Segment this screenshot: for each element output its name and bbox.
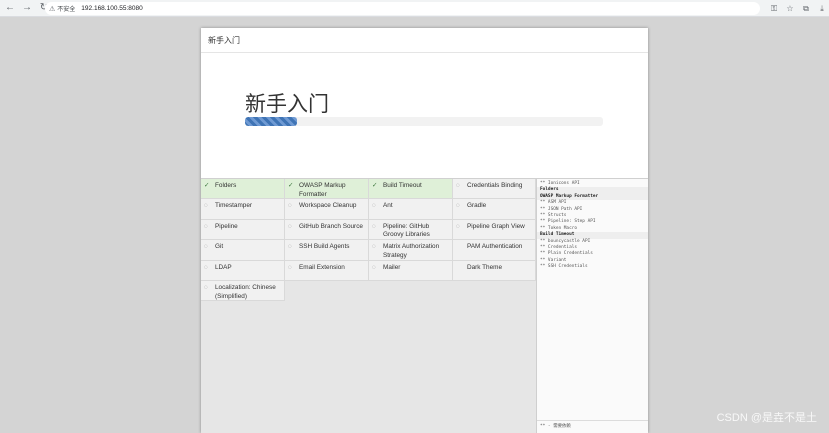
plugin-item: ◌ Workspace Cleanup — [285, 199, 369, 220]
plugin-label: Git — [215, 243, 224, 251]
plugin-label: LDAP — [215, 263, 232, 271]
warning-icon[interactable]: ⚠ — [49, 5, 55, 13]
plugin-label: Matrix Authorization Strategy — [383, 243, 440, 259]
plugin-label: Pipeline — [215, 222, 238, 230]
hero-title: 新手入门 — [245, 93, 329, 116]
plugin-label: Workspace Cleanup — [299, 202, 357, 210]
insecure-label[interactable]: 不安全 — [57, 4, 75, 13]
install-progress-fill — [245, 117, 297, 126]
plugin-item: ◌ Pipeline — [201, 219, 285, 241]
log-footer: ** - 需要依赖 — [537, 420, 648, 429]
plugin-item: ◌ Pipeline Graph View — [453, 219, 536, 241]
plugin-item: ◌ Git — [201, 240, 285, 261]
spinner-icon: ◌ — [456, 202, 460, 210]
plugin-label: Ant — [383, 202, 393, 210]
spinner-icon: ◌ — [372, 263, 376, 271]
plugin-item: ◌ LDAP — [201, 260, 285, 281]
spinner-icon: ◌ — [288, 243, 292, 251]
plugin-grid: ✓ Folders ✓ OWASP Markup Formatter ✓ Build Ti… — [201, 179, 536, 302]
check-icon: ✓ — [204, 182, 210, 189]
spinner-icon: ◌ — [204, 283, 208, 291]
plugin-label: Timestamper — [215, 202, 253, 210]
plugin-label: Credentials Binding — [467, 182, 523, 189]
plugin-item: ◌ GitHub Branch Source — [285, 219, 369, 241]
extensions-icon[interactable]: ⧉ — [801, 2, 811, 15]
check-icon: ✓ — [372, 182, 378, 189]
plugin-item: ◌ Ant — [369, 199, 453, 220]
star-icon[interactable]: ☆ — [785, 2, 795, 15]
check-icon: ✓ — [288, 182, 294, 189]
setup-wizard-dialog: 新手入门 新手入门 ✓ Folders ✓ OWASP Markup Formatte… — [201, 28, 648, 433]
spinner-icon: ◌ — [372, 202, 376, 210]
hero-section: 新手入门 — [201, 53, 648, 179]
plugin-label: Dark Theme — [467, 263, 503, 271]
plugin-label: SSH Build Agents — [299, 243, 350, 251]
install-log[interactable]: ** Ionicons API Folders OWASP Markup Forma… — [536, 179, 648, 433]
plugin-label: Folders — [215, 182, 237, 189]
spinner-icon: ◌ — [456, 182, 460, 189]
spinner-icon: ◌ — [372, 243, 376, 251]
plugin-item: PAM Authentication — [453, 240, 536, 261]
spinner-icon: ◌ — [204, 243, 208, 251]
log-lines: ** Ionicons API Folders OWASP Markup Forma… — [537, 181, 648, 271]
spinner-icon: ◌ — [288, 222, 292, 230]
spinner-icon: ◌ — [288, 202, 292, 210]
plugin-item: Dark Theme — [453, 260, 536, 281]
plugin-item: ◌ Matrix Authorization Strategy — [369, 240, 453, 261]
plugin-item: ◌ Localization: Chinese (Simplified) — [201, 280, 285, 302]
address-bar[interactable]: ⚠ 不安全 192.168.100.55:8080 — [45, 2, 760, 15]
plugin-item: ✓ OWASP Markup Formatter — [285, 179, 369, 200]
plugin-item: ◌ Mailer — [369, 260, 453, 281]
forward-icon[interactable]: → — [20, 1, 34, 15]
download-icon[interactable]: ⤓ — [817, 2, 827, 15]
plugin-label: Build Timeout — [383, 182, 422, 189]
plugin-item: ◌ SSH Build Agents — [285, 240, 369, 261]
plugin-label: GitHub Branch Source — [299, 222, 363, 230]
plugin-item: ✓ Build Timeout — [369, 179, 453, 200]
dialog-header-title: 新手入门 — [201, 28, 648, 53]
browser-actions: ⚿ ☆ ⧉ ⤓ — [769, 2, 827, 15]
url-text[interactable]: 192.168.100.55:8080 — [81, 5, 142, 12]
spinner-icon: ◌ — [204, 263, 208, 271]
plugin-item: ◌ Credentials Binding — [453, 179, 536, 200]
plugin-label: Email Extension — [299, 263, 345, 271]
plugin-label: Pipeline: GitHub Groovy Libraries — [383, 222, 430, 239]
install-progress-bar — [245, 117, 603, 126]
spinner-icon: ◌ — [288, 263, 292, 271]
plugin-item: ◌ Timestamper — [201, 199, 285, 220]
plugin-label: PAM Authentication — [467, 243, 523, 251]
install-content: ✓ Folders ✓ OWASP Markup Formatter ✓ Build Ti… — [201, 179, 648, 433]
spinner-icon: ◌ — [372, 222, 376, 230]
plugin-item: ✓ Folders — [201, 179, 285, 200]
key-icon[interactable]: ⚿ — [769, 2, 779, 15]
plugin-item: ◌ Gradle — [453, 199, 536, 220]
browser-toolbar: ← → ↻ ⚠ 不安全 192.168.100.55:8080 ⚿ ☆ ⧉ ⤓ — [0, 0, 829, 17]
plugin-label: Pipeline Graph View — [467, 222, 525, 230]
spinner-icon: ◌ — [204, 222, 208, 230]
plugin-item: ◌ Email Extension — [285, 260, 369, 281]
log-line: ** SSH Credentials — [540, 264, 588, 270]
spinner-icon: ◌ — [204, 202, 208, 210]
watermark: CSDN @是垚不是土 — [716, 412, 817, 424]
plugin-label: Mailer — [383, 263, 401, 271]
back-icon[interactable]: ← — [3, 1, 17, 15]
plugin-label: Gradle — [467, 202, 487, 210]
plugin-label: OWASP Markup Formatter — [299, 182, 346, 198]
plugin-item: ◌ Pipeline: GitHub Groovy Libraries — [369, 219, 453, 241]
plugin-label: Localization: Chinese (Simplified) — [215, 283, 276, 300]
spinner-icon: ◌ — [456, 222, 460, 230]
